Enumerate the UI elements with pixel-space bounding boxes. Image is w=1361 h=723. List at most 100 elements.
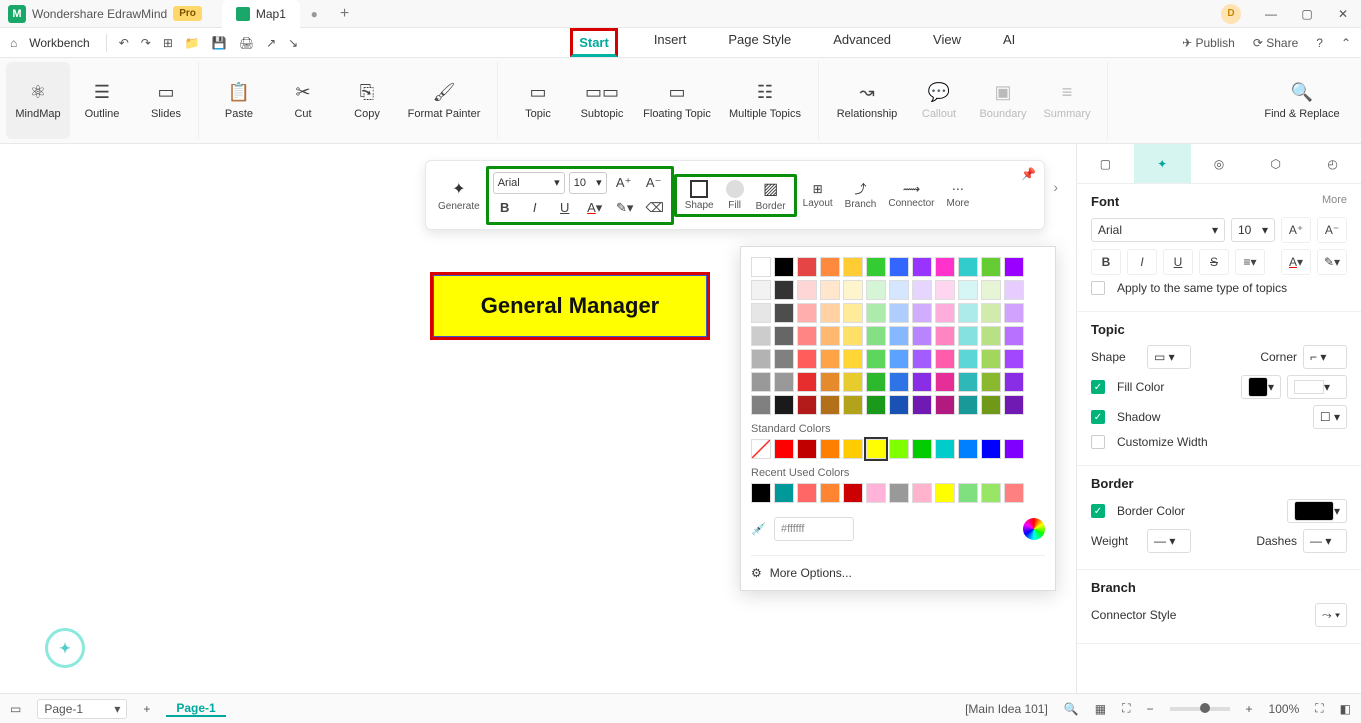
color-swatch[interactable] [751,395,771,415]
color-swatch[interactable] [958,372,978,392]
font-family-select[interactable]: Arial ▾ [493,172,565,194]
highlight-icon[interactable]: ✎▾ [612,197,638,219]
layout-button[interactable]: ⊞Layout [797,182,839,209]
multiple-topics-button[interactable]: ☷Multiple Topics [720,78,810,124]
page-select[interactable]: Page-1▾ [37,699,127,719]
color-swatch[interactable] [797,326,817,346]
color-swatch[interactable] [912,395,932,415]
color-wheel-icon[interactable] [1023,518,1045,540]
copy-button[interactable]: ⎘Copy [335,78,399,124]
connector-button[interactable]: ⟿Connector [882,182,940,209]
border-button[interactable]: ▨Border [750,179,792,212]
color-swatch[interactable] [958,326,978,346]
color-swatch[interactable] [843,257,863,277]
color-swatch[interactable] [935,303,955,323]
color-swatch[interactable] [1004,303,1024,323]
color-swatch[interactable] [797,395,817,415]
topic-node[interactable]: General Manager [430,272,710,340]
color-swatch[interactable] [935,280,955,300]
color-swatch[interactable] [751,439,771,459]
color-swatch[interactable] [1004,395,1024,415]
tab-view[interactable]: View [927,28,967,57]
topic-button[interactable]: ▭Topic [506,78,570,124]
sp-tab-shape[interactable]: ▢ [1077,144,1134,183]
color-swatch[interactable] [912,326,932,346]
color-swatch[interactable] [797,439,817,459]
add-page-button[interactable]: + [143,702,150,716]
color-swatch[interactable] [958,483,978,503]
color-swatch[interactable] [797,372,817,392]
color-swatch[interactable] [866,349,886,369]
new-icon[interactable]: ⊞ [163,36,173,50]
cut-button[interactable]: ✂Cut [271,78,335,124]
color-swatch[interactable] [912,257,932,277]
find-replace-button[interactable]: 🔍Find & Replace [1257,78,1347,124]
pin-icon[interactable]: 📌 [1021,167,1036,181]
shape-button[interactable]: Shape [679,179,720,212]
new-tab-button[interactable]: + [340,5,349,23]
color-swatch[interactable] [912,280,932,300]
view-icon[interactable]: ▦ [1095,702,1106,716]
color-swatch[interactable] [1004,326,1024,346]
underline-icon[interactable]: U [552,197,578,219]
zoom-level[interactable]: 100% [1269,702,1300,716]
pages-icon[interactable]: ▭ [10,702,21,716]
open-icon[interactable]: 📁 [185,36,200,50]
publish-button[interactable]: ✈ Publish [1182,36,1235,50]
color-swatch[interactable] [820,372,840,392]
color-swatch[interactable] [751,257,771,277]
color-swatch[interactable] [981,349,1001,369]
fillcolor-sel1[interactable]: ▾ [1241,375,1281,399]
color-swatch[interactable] [774,349,794,369]
color-swatch[interactable] [935,483,955,503]
view-mindmap[interactable]: ⚛MindMap [6,62,70,139]
color-swatch[interactable] [866,395,886,415]
share-button[interactable]: ⟳ Share [1253,36,1298,50]
sp-highlight[interactable]: ✎▾ [1317,249,1347,275]
sp-underline[interactable]: U [1163,249,1193,275]
color-swatch[interactable] [820,280,840,300]
document-tab[interactable]: Map1 ● [222,0,300,28]
sp-bold[interactable]: B [1091,249,1121,275]
subtopic-button[interactable]: ▭▭Subtopic [570,78,634,124]
color-swatch[interactable] [751,280,771,300]
minimize-button[interactable]: — [1253,7,1289,21]
fillcolor-checkbox[interactable]: ✓ [1091,380,1105,394]
font-more-link[interactable]: More [1322,194,1347,209]
sp-corner-select[interactable]: ⌐ ▾ [1303,345,1347,369]
color-swatch[interactable] [774,303,794,323]
sp-align[interactable]: ≡▾ [1235,249,1265,275]
color-swatch[interactable] [774,257,794,277]
color-swatch[interactable] [889,395,909,415]
color-swatch[interactable] [866,303,886,323]
color-swatch[interactable] [889,326,909,346]
sp-tab-style[interactable]: ✦ [1134,144,1191,183]
color-swatch[interactable] [866,483,886,503]
color-swatch[interactable] [820,303,840,323]
color-swatch[interactable] [774,372,794,392]
import-icon[interactable]: ↘ [288,36,298,50]
summary-button[interactable]: ≡Summary [1035,78,1099,124]
branch-button[interactable]: ⤴Branch [839,180,883,210]
color-swatch[interactable] [820,326,840,346]
color-swatch[interactable] [820,395,840,415]
color-swatch[interactable] [958,303,978,323]
sp-fontcolor[interactable]: A▾ [1281,249,1311,275]
color-swatch[interactable] [866,439,886,459]
fit-icon[interactable]: ⛶ [1122,701,1130,716]
color-swatch[interactable] [981,372,1001,392]
color-swatch[interactable] [958,395,978,415]
search-status-icon[interactable]: 🔍 [1064,702,1079,716]
color-swatch[interactable] [1004,372,1024,392]
color-swatch[interactable] [889,303,909,323]
dashes-sel[interactable]: — ▾ [1303,529,1347,553]
color-swatch[interactable] [958,280,978,300]
format-painter-button[interactable]: 🖌Format Painter [399,78,489,124]
fill-button[interactable]: Fill [720,179,750,212]
sp-strike[interactable]: S [1199,249,1229,275]
tab-advanced[interactable]: Advanced [827,28,897,57]
color-swatch[interactable] [820,257,840,277]
color-swatch[interactable] [1004,280,1024,300]
color-swatch[interactable] [774,483,794,503]
color-swatch[interactable] [843,326,863,346]
